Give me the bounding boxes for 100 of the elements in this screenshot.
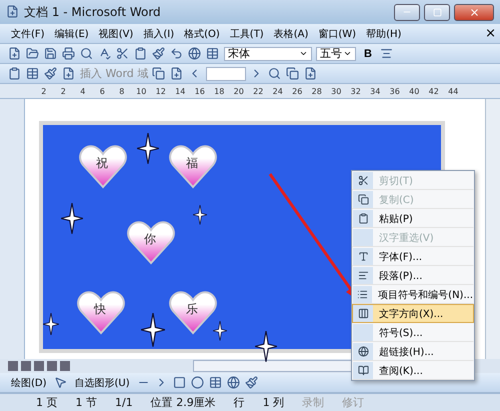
menu-item-icon	[358, 194, 368, 205]
sparkle-icon	[43, 313, 59, 336]
heart-shape[interactable]	[127, 219, 175, 265]
sparkle-icon	[137, 133, 159, 164]
status-text: 1 列	[262, 395, 284, 410]
menu-item-icon	[358, 175, 368, 186]
ruler-number: 28	[310, 86, 323, 96]
menu-item[interactable]: 文件(F)	[8, 26, 48, 40]
menu-item[interactable]: 视图(V)	[96, 26, 136, 40]
menu-item[interactable]: 窗口(W)	[315, 26, 360, 40]
ruler-number: 24	[272, 86, 284, 96]
menu-item-icon	[358, 213, 368, 224]
pointer-icon[interactable]	[54, 376, 68, 390]
document-icon	[6, 5, 20, 19]
context-menu-item[interactable]: 查阅(K)...	[352, 361, 474, 380]
print-preview-icon[interactable]	[80, 46, 94, 60]
record-field[interactable]	[206, 66, 246, 80]
status-text: 1/1	[115, 396, 133, 409]
document-icon[interactable]	[62, 66, 76, 80]
folder-icon[interactable]	[26, 46, 40, 60]
maximize-icon	[432, 8, 442, 16]
document-icon[interactable]	[304, 66, 318, 80]
heart-shape[interactable]	[77, 289, 125, 335]
ruler-number: 2	[40, 86, 48, 96]
context-menu-item[interactable]: 粘贴(P)	[352, 209, 474, 228]
font-size-field[interactable]: 五号	[316, 46, 356, 60]
ruler-number: 6	[98, 86, 106, 96]
spellcheck-icon[interactable]	[98, 46, 112, 60]
bold-button[interactable]: B	[360, 48, 376, 60]
heart-shape[interactable]	[169, 289, 217, 335]
ruler-number: 34	[369, 86, 382, 96]
cut-icon[interactable]	[116, 46, 130, 60]
font-name: 宋体	[228, 46, 250, 61]
sparkle-icon	[213, 321, 227, 341]
context-menu-item[interactable]: 超链接(H)...	[352, 342, 474, 361]
printer-icon[interactable]	[62, 46, 76, 60]
ruler-number: 44	[447, 86, 460, 96]
menu-item-icon	[358, 251, 368, 262]
menu-item[interactable]: 帮助(H)	[363, 26, 404, 40]
menu-item[interactable]: 格式(O)	[181, 26, 223, 40]
menu-item[interactable]: 工具(T)	[226, 26, 267, 40]
menu-item-icon	[357, 289, 368, 300]
menu-item[interactable]: 编辑(E)	[52, 26, 92, 40]
ruler-number: 26	[291, 86, 304, 96]
menu-item[interactable]: 插入(I)	[140, 26, 178, 40]
status-text: 行	[234, 395, 245, 410]
heart-label: 乐	[186, 301, 198, 318]
ruler-number: 8	[118, 86, 126, 96]
find-icon[interactable]	[268, 66, 282, 80]
context-menu-item[interactable]: 段落(P)...	[352, 266, 474, 285]
autoshapes-menu-button[interactable]: 自选图形(U)	[72, 376, 133, 390]
context-menu-item[interactable]: 字体(F)...	[352, 247, 474, 266]
paste-icon[interactable]	[134, 46, 148, 60]
paintbrush-icon[interactable]	[152, 46, 166, 60]
menu-item-icon	[358, 270, 368, 281]
copy-icon[interactable]	[152, 66, 166, 80]
sparkle-icon	[193, 205, 207, 225]
menu-item[interactable]: 表格(A)	[270, 26, 312, 40]
sparkle-icon	[141, 313, 165, 347]
menu-item-icon	[358, 365, 368, 376]
save-icon[interactable]	[44, 46, 58, 60]
ruler-number: 16	[194, 86, 206, 96]
ruler-number: 42	[428, 86, 440, 96]
table-icon[interactable]	[206, 46, 220, 60]
ruler-number: 12	[154, 86, 167, 96]
align-icon[interactable]	[380, 46, 394, 60]
heart-label: 快	[94, 301, 106, 318]
heart-label: 福	[186, 155, 198, 172]
font-field[interactable]: 宋体	[224, 46, 312, 60]
rectangle-icon[interactable]	[172, 376, 187, 390]
ruler-number: 30	[330, 86, 342, 96]
heart-shape[interactable]	[79, 143, 127, 189]
heart-shape[interactable]	[169, 143, 217, 189]
table-icon[interactable]	[26, 66, 40, 80]
window-title: 文档 1 - Microsoft Word	[24, 4, 162, 20]
ruler-number: 36	[388, 86, 401, 96]
undo-icon[interactable]	[170, 46, 184, 60]
new-document-icon[interactable]	[8, 46, 22, 60]
heart-label: 你	[144, 231, 156, 248]
font-size: 五号	[320, 46, 342, 61]
document-icon[interactable]	[170, 66, 184, 80]
ruler-number: 14	[174, 86, 186, 96]
sparkle-icon	[61, 203, 83, 234]
maximize-button[interactable]	[424, 4, 450, 20]
globe-icon[interactable]	[188, 46, 202, 60]
ruler-number: 20	[232, 86, 245, 96]
oval-icon[interactable]	[190, 376, 205, 390]
close-icon	[468, 6, 480, 18]
paste-icon[interactable]	[8, 66, 22, 80]
context-menu-item[interactable]: 文字方向(X)...	[352, 304, 474, 323]
status-text: 位置 2.9厘米	[150, 395, 216, 410]
context-menu-item[interactable]: 符号(S)...	[352, 323, 474, 342]
status-text: 1 节	[76, 395, 97, 410]
vertical-scrollbar[interactable]	[485, 99, 500, 359]
minimize-button[interactable]	[394, 4, 420, 20]
close-document-button[interactable]: ×	[485, 26, 496, 41]
menu-item-icon	[358, 346, 368, 357]
draw-menu-button[interactable]: 绘图(D)	[8, 376, 50, 390]
ruler-number: 40	[408, 86, 420, 96]
close-button[interactable]	[454, 4, 494, 20]
